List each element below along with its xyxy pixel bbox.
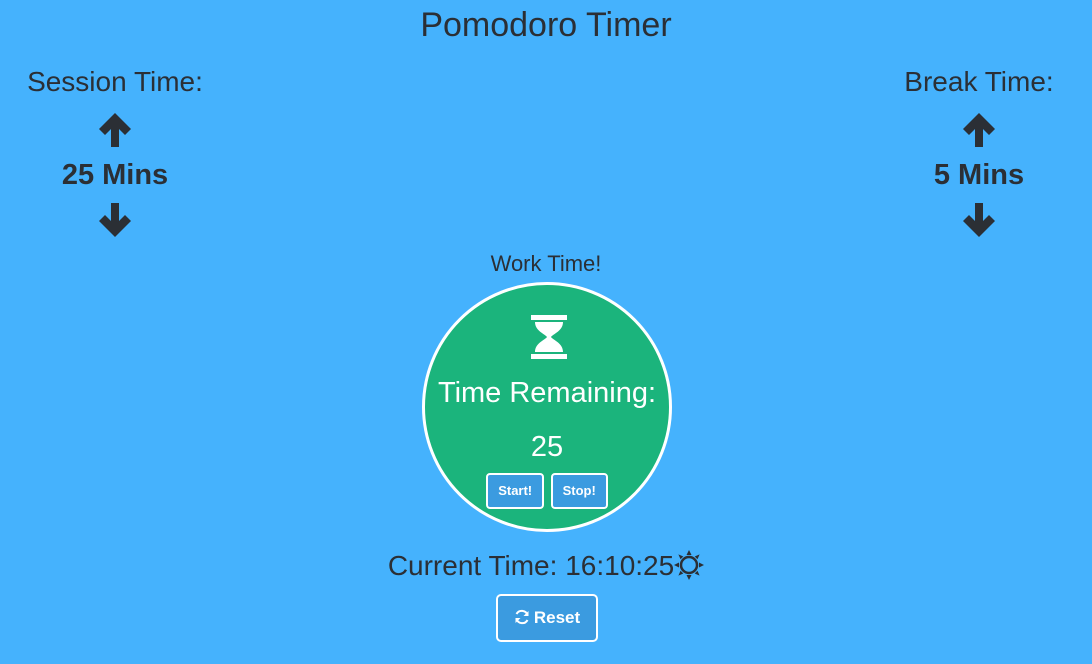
stop-button[interactable]: Stop! — [550, 473, 608, 509]
app-title: Pomodoro Timer — [420, 6, 672, 44]
reset-label: Reset — [533, 608, 581, 627]
timer-circle: Time Remaining: 25 Start! Stop! — [422, 282, 672, 532]
session-increase-arrow-up-icon[interactable] — [95, 110, 135, 150]
start-button[interactable]: Start! — [486, 473, 545, 509]
mode-label: Work Time! — [490, 251, 602, 276]
session-value: 25 Mins — [61, 159, 169, 191]
hourglass-icon — [529, 315, 569, 359]
current-time-text: Current Time: 16:10:25 — [387, 550, 675, 581]
session-panel: Session Time: 25 Mins — [0, 66, 230, 240]
session-label: Session Time: — [27, 66, 203, 97]
time-remaining-value: 25 — [530, 431, 564, 463]
break-increase-arrow-up-icon[interactable] — [959, 110, 999, 150]
break-panel: Break Time: 5 Mins — [864, 66, 1092, 240]
timer-controls: Start! Stop! — [425, 473, 669, 509]
current-time: Current Time: 16:10:25 — [0, 550, 1092, 582]
reset-button[interactable]: Reset — [496, 594, 598, 642]
break-decrease-arrow-down-icon[interactable] — [959, 200, 999, 240]
refresh-icon — [514, 608, 534, 627]
session-decrease-arrow-down-icon[interactable] — [95, 200, 135, 240]
break-value: 5 Mins — [933, 159, 1025, 191]
sun-icon — [674, 550, 705, 581]
time-remaining-label: Time Remaining: — [437, 377, 657, 409]
break-label: Break Time: — [904, 66, 1054, 97]
